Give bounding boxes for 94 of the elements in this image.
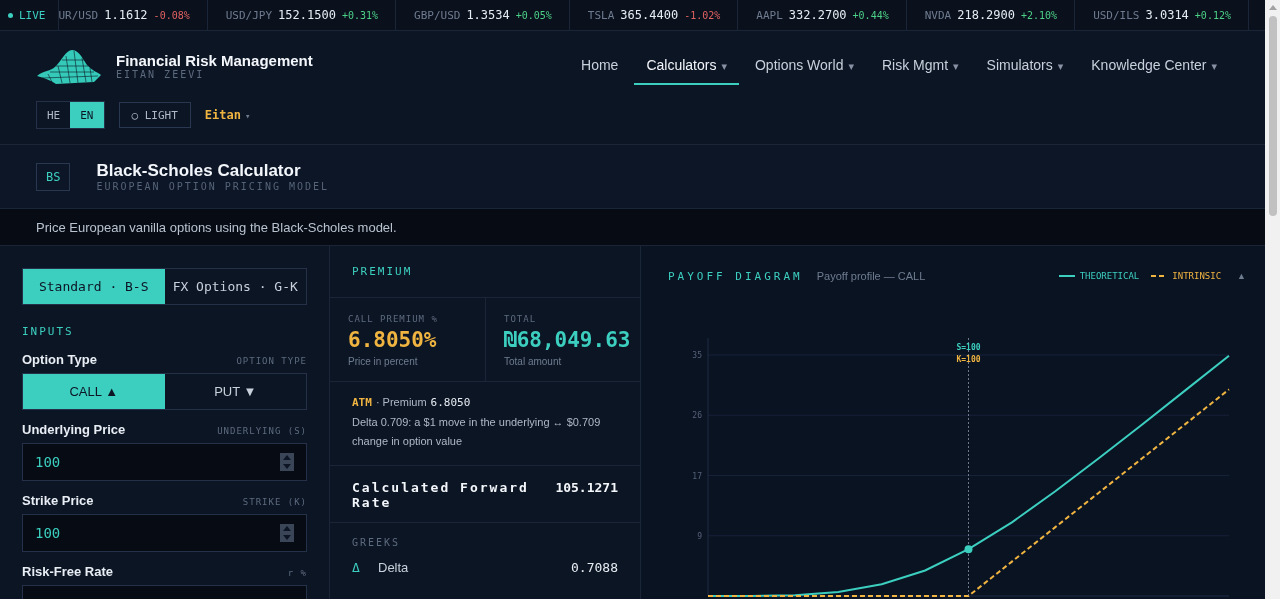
- nav-link[interactable]: Simulators ▾: [974, 47, 1076, 85]
- page-description: Price European vanilla options using the Black-Scholes model.: [36, 219, 397, 235]
- scroll-up-icon[interactable]: [1268, 5, 1277, 10]
- collapse-button[interactable]: ▲: [1235, 271, 1248, 281]
- ticker-symbol: USD/JPY: [225, 8, 273, 22]
- number-input-field[interactable]: 100: [22, 514, 307, 552]
- field-label: Option Type: [22, 352, 97, 367]
- field-label: Strike Price: [22, 493, 94, 508]
- field-hint: OPTION TYPE: [236, 356, 307, 366]
- stat-caption: Price in percent: [348, 356, 419, 367]
- section-heading: PREMIUM: [352, 265, 413, 278]
- ticker-price: 365.4400: [620, 8, 679, 22]
- field-hint: STRIKE (K): [242, 497, 307, 507]
- annotation-label: K=100: [956, 355, 981, 364]
- ticker-symbol: TSLA: [587, 8, 615, 22]
- spinner-icon[interactable]: [280, 524, 294, 542]
- ticker-price: 152.1500: [278, 8, 336, 22]
- greek-symbol: Δ: [352, 560, 361, 575]
- caret-icon: ▾: [1211, 60, 1217, 72]
- y-tick-label: 17: [692, 471, 702, 481]
- caret-icon: ▾: [721, 60, 727, 72]
- wireframe-surface-logo-icon[interactable]: [36, 48, 102, 84]
- field-hint: r %: [287, 568, 307, 578]
- ticker-change: +0.12%: [1194, 9, 1231, 21]
- y-tick-label: 35: [692, 351, 702, 360]
- nav-link[interactable]: Knowledge Center ▾: [1079, 47, 1229, 85]
- ticker-price: 3.0314: [1145, 8, 1189, 22]
- scroll-thumb[interactable]: [1268, 16, 1277, 216]
- forward-rate-label: Calculated Forward Rate: [352, 480, 530, 510]
- chart-subtitle: Payoff profile — CALL: [816, 270, 926, 282]
- ticker-symbol: USD/ILS: [1093, 8, 1140, 22]
- number-input-field[interactable]: 100: [22, 443, 307, 481]
- greek-name: Delta: [378, 560, 410, 575]
- stat-label: TOTAL: [504, 314, 538, 324]
- ticker-change: -1.02%: [684, 9, 721, 21]
- spinner-icon[interactable]: [280, 453, 294, 471]
- ticker-change: +0.31%: [341, 9, 378, 21]
- section-heading: GREEKS: [352, 537, 402, 548]
- stat-value: ₪68,049.63: [504, 328, 631, 352]
- ticker-change: +2.10%: [1021, 9, 1058, 21]
- delta-explanation: Delta 0.709: a $1 move in the underlying ↔ $0.709 change in option value: [352, 415, 602, 449]
- section-heading: INPUTS: [22, 325, 75, 338]
- ticker-symbol: GBP/USD: [414, 8, 461, 22]
- calculator-badge: BS: [36, 162, 71, 191]
- ticker-price: 1.1612: [104, 8, 148, 22]
- theme-button[interactable]: ○ LIGHT: [118, 102, 191, 128]
- stat-value: 6.8050%: [348, 328, 438, 352]
- author-name: EITAN ZEEVI: [116, 69, 206, 80]
- model-tab[interactable]: Standard · B-S: [23, 269, 165, 304]
- caret-icon: ▾: [848, 60, 854, 72]
- scrollbar[interactable]: [1265, 0, 1280, 599]
- page-subtitle: EUROPEAN OPTION PRICING MODEL: [96, 181, 330, 192]
- field-hint: UNDERLYING (S): [217, 426, 307, 436]
- ticker-symbol: NVDA: [924, 8, 952, 22]
- language-toggle[interactable]: EN: [70, 102, 104, 128]
- forward-rate-value: 105.1271: [555, 480, 618, 495]
- y-tick-label: 9: [697, 531, 702, 541]
- caret-icon: ▾: [245, 111, 251, 121]
- site-title: Financial Risk Management: [116, 52, 313, 69]
- legend-label: THEORETICAL: [1079, 271, 1140, 281]
- option-type-toggle[interactable]: PUT ▼: [164, 374, 306, 409]
- current-point-marker: [964, 545, 973, 554]
- ticker-change: +0.44%: [852, 9, 889, 21]
- field-label: Risk-Free Rate: [22, 564, 114, 579]
- nav-link[interactable]: Risk Mgmt ▾: [869, 47, 971, 85]
- ticker-symbol: AAPL: [756, 8, 783, 22]
- annotation-label: S=100: [956, 343, 981, 352]
- live-indicator: LIVE: [0, 0, 59, 30]
- ticker-price: 332.2700: [788, 8, 847, 22]
- y-tick-label: 26: [692, 411, 702, 421]
- stat-caption: Total amount: [504, 356, 563, 367]
- premium-note: · Premium: [375, 396, 427, 408]
- option-type-toggle[interactable]: CALL ▲: [23, 374, 165, 409]
- ticker-change: -0.08%: [153, 9, 190, 21]
- language-toggle[interactable]: HE: [37, 102, 71, 128]
- section-heading: PAYOFF DIAGRAM: [668, 269, 803, 283]
- nav-link[interactable]: Calculators ▾: [634, 47, 739, 85]
- model-tab[interactable]: FX Options · G-K: [164, 269, 306, 304]
- ticker-symbol: UR/USD: [58, 8, 99, 22]
- ticker-price: 218.2900: [957, 8, 1015, 22]
- nav-link[interactable]: Home: [569, 47, 631, 85]
- premium-value: 6.8050: [430, 396, 471, 409]
- nav-link[interactable]: Options World ▾: [742, 47, 866, 85]
- user-menu[interactable]: Eitan ▾: [204, 108, 251, 122]
- moneyness-tag: ATM: [352, 396, 372, 409]
- legend-label: INTRINSIC: [1172, 271, 1222, 281]
- stat-label: CALL PREMIUM %: [348, 314, 439, 324]
- caret-icon: ▾: [1057, 60, 1064, 72]
- page-title: Black-Scholes Calculator: [96, 161, 302, 181]
- caret-icon: ▾: [953, 60, 959, 72]
- ticker-change: +0.05%: [515, 9, 552, 21]
- greek-value: 0.7088: [571, 560, 618, 575]
- field-label: Underlying Price: [22, 422, 126, 437]
- ticker-price: 1.3534: [466, 8, 510, 22]
